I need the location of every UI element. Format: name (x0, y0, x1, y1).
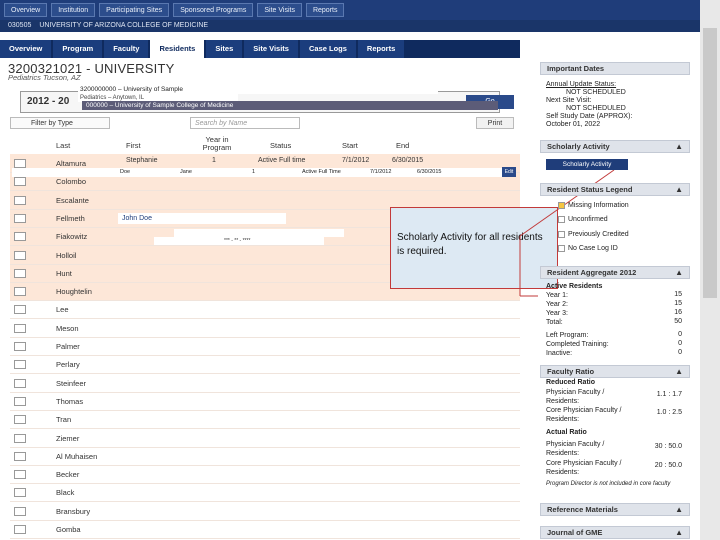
agg-inactive-value: 0 (678, 349, 682, 356)
core-actual-value: 20 : 50.0 (654, 462, 682, 469)
scholarly-activity-button[interactable]: Scholarly Activity (546, 159, 628, 170)
active-residents-label: Active Residents (546, 283, 603, 290)
collapse-icon[interactable]: ▲ (675, 504, 683, 516)
self-study-value: October 01, 2022 (546, 121, 601, 128)
reduced-ratio-label: Reduced Ratio (546, 379, 596, 386)
legend-previously-credited: Previously Credited (558, 230, 629, 239)
agg-year3-label: Year 3: (546, 310, 568, 317)
legend-label: No Case Log ID (568, 245, 618, 252)
agg-total-label: Total: (546, 319, 563, 326)
sidebar: Important Dates Annual Update Status: NO… (540, 60, 690, 540)
core-faculty-label: Core Physician Faculty / Residents: (546, 407, 622, 423)
core-faculty-actual-label: Core Physician Faculty / Residents: (546, 460, 622, 476)
scrollbar-thumb[interactable] (703, 28, 717, 298)
agg-year2-label: Year 2: (546, 301, 568, 308)
status-legend-title: Resident Status Legend (547, 185, 633, 194)
credited-icon (558, 231, 565, 238)
faculty-ratio-header[interactable]: Faculty Ratio ▲ (540, 365, 690, 378)
reference-materials-title: Reference Materials (547, 505, 618, 514)
app-window: { "topnav": { "items": ["Overview", "Ins… (0, 0, 720, 540)
case-log-icon (558, 245, 565, 252)
legend-label: Missing Information (568, 202, 629, 209)
physician-actual-value: 30 : 50.0 (654, 443, 682, 450)
important-dates-header[interactable]: Important Dates (540, 62, 690, 75)
legend-no-case-log: No Case Log ID (558, 244, 618, 253)
faculty-ratio-title: Faculty Ratio (547, 367, 595, 376)
agg-year1-label: Year 1: (546, 292, 568, 299)
actual-ratio-label: Actual Ratio (546, 429, 587, 436)
unconfirmed-icon (558, 216, 565, 223)
ratio-note: Program Director is not included in core… (546, 481, 671, 487)
agg-completed-value: 0 (678, 340, 682, 347)
collapse-icon[interactable]: ▲ (675, 366, 683, 378)
agg-total-value: 50 (674, 318, 682, 325)
aggregate-title: Resident Aggregate 2012 (547, 268, 637, 277)
legend-label: Unconfirmed (568, 216, 608, 223)
core-reduced-value: 1.0 : 2.5 (656, 409, 682, 416)
collapse-icon[interactable]: ▲ (675, 184, 683, 196)
journal-header[interactable]: Journal of GME ▲ (540, 526, 690, 539)
status-legend-header[interactable]: Resident Status Legend ▲ (540, 183, 690, 196)
scholarly-activity-title: Scholarly Activity (547, 142, 610, 151)
agg-left-label: Left Program: (546, 332, 589, 339)
physician-reduced-value: 1.1 : 1.7 (656, 391, 682, 398)
reference-materials-header[interactable]: Reference Materials ▲ (540, 503, 690, 516)
warning-icon (558, 202, 565, 209)
legend-label: Previously Credited (568, 231, 629, 238)
agg-completed-label: Completed Training: (546, 341, 609, 348)
important-dates-title: Important Dates (547, 64, 605, 73)
collapse-icon[interactable]: ▲ (675, 141, 683, 153)
page-scrollbar[interactable] (700, 0, 720, 540)
agg-year2-value: 15 (674, 300, 682, 307)
physician-faculty-actual-label: Physician Faculty / Residents: (546, 441, 605, 457)
collapse-icon[interactable]: ▲ (675, 527, 683, 539)
agg-left-value: 0 (678, 331, 682, 338)
agg-inactive-label: Inactive: (546, 350, 573, 357)
scholarly-activity-header[interactable]: Scholarly Activity ▲ (540, 140, 690, 153)
agg-year3-value: 16 (674, 309, 682, 316)
legend-unconfirmed: Unconfirmed (558, 215, 608, 224)
agg-year1-value: 15 (674, 291, 682, 298)
physician-faculty-label: Physician Faculty / Residents: (546, 389, 605, 405)
journal-title: Journal of GME (547, 528, 603, 537)
collapse-icon[interactable]: ▲ (675, 267, 683, 279)
legend-missing-info: Missing Information (558, 201, 629, 210)
aggregate-header[interactable]: Resident Aggregate 2012 ▲ (540, 266, 690, 279)
